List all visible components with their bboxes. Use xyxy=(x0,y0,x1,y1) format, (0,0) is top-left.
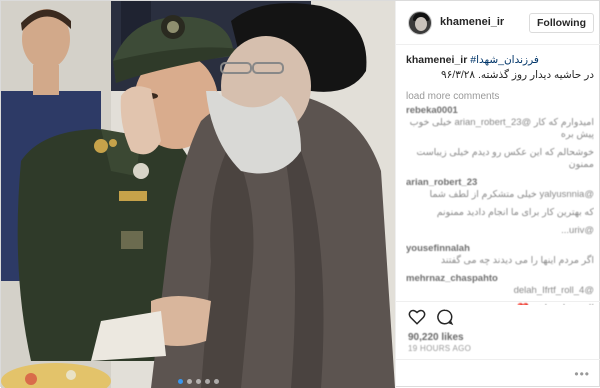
comment-username[interactable]: yousefinnalah xyxy=(406,243,594,255)
comment-text: @uriv... xyxy=(561,225,594,236)
comment-username[interactable]: mehrnaz_chaspahto xyxy=(406,273,594,285)
comment-item: arian_robert_23 @yalyusnnia خیلی متشکرم ا… xyxy=(406,177,594,201)
comment-item: yousefinnalah اگر مردم اینها را می دیدند … xyxy=(406,243,594,267)
post-photo[interactable] xyxy=(1,1,395,388)
post-actions: 90,220 likes 19 HOURS AGO xyxy=(396,301,600,353)
likes-count[interactable]: 90,220 likes xyxy=(408,332,464,343)
following-button[interactable]: Following xyxy=(529,13,594,33)
instagram-post: khamenei_ir Following khamenei_ir #فرزند… xyxy=(0,0,600,388)
comment-text: @yalyusnnia خیلی متشکرم از لطف شما xyxy=(429,189,594,200)
username-link[interactable]: khamenei_ir xyxy=(440,16,504,28)
caption-hashtag[interactable]: #فرزندان_شهدا xyxy=(470,54,539,66)
profile-avatar-icon[interactable] xyxy=(408,11,432,35)
avatar-face xyxy=(415,17,427,31)
comment-username[interactable]: rebeka0001 xyxy=(406,105,594,117)
like-heart-icon[interactable] xyxy=(408,308,426,326)
carousel-dot[interactable] xyxy=(177,379,183,384)
more-options-icon[interactable]: ••• xyxy=(574,367,590,381)
comment-text: امیدوارم که کار @arian_robert_23 خیلی خو… xyxy=(409,117,594,140)
post-caption: khamenei_ir #فرزندان_شهدا در حاشیه دیدار… xyxy=(406,53,594,83)
caption-username[interactable]: khamenei_ir xyxy=(406,54,467,66)
comment-text: که بهترین کار برای ما انجام دادید ممنونم xyxy=(436,207,594,218)
carousel-dot[interactable] xyxy=(213,379,219,384)
comment-item: @uriv... xyxy=(406,225,594,237)
comment-text: @delah_Ifrtf_roll_4 xyxy=(513,285,594,296)
carousel-dot[interactable] xyxy=(195,379,201,384)
comment-text: خوشحالم که این عکس رو دیدم خیلی زیباست م… xyxy=(416,147,594,170)
comment-item: خوشحالم که این عکس رو دیدم خیلی زیباست م… xyxy=(406,147,594,171)
comment-item: rebeka0001 امیدوارم که کار @arian_robert_… xyxy=(406,105,594,141)
load-more-comments-link[interactable]: load more comments xyxy=(406,91,499,102)
comments-list: rebeka0001 امیدوارم که کار @arian_robert_… xyxy=(406,105,594,305)
post-header: khamenei_ir Following xyxy=(396,1,600,45)
carousel-dot[interactable] xyxy=(204,379,210,384)
post-timestamp: 19 HOURS AGO xyxy=(408,344,472,353)
photo-illustration xyxy=(1,1,395,388)
comment-item: mehrnaz_chaspahto @delah_Ifrtf_roll_4 xyxy=(406,273,594,297)
post-details-panel: khamenei_ir Following khamenei_ir #فرزند… xyxy=(395,1,600,388)
comment-bubble-icon[interactable] xyxy=(436,308,454,326)
comment-username[interactable]: arian_robert_23 xyxy=(406,177,594,189)
caption-text: در حاشیه دیدار روز گذشته. ۹۶/۳/۲۸ xyxy=(441,69,594,81)
add-comment-bar: ••• xyxy=(396,359,600,388)
carousel-indicator xyxy=(1,379,395,384)
carousel-dot[interactable] xyxy=(186,379,192,384)
comment-item: که بهترین کار برای ما انجام دادید ممنونم xyxy=(406,207,594,219)
comment-text: اگر مردم اینها را می دیدند چه می گفتند xyxy=(440,255,594,266)
